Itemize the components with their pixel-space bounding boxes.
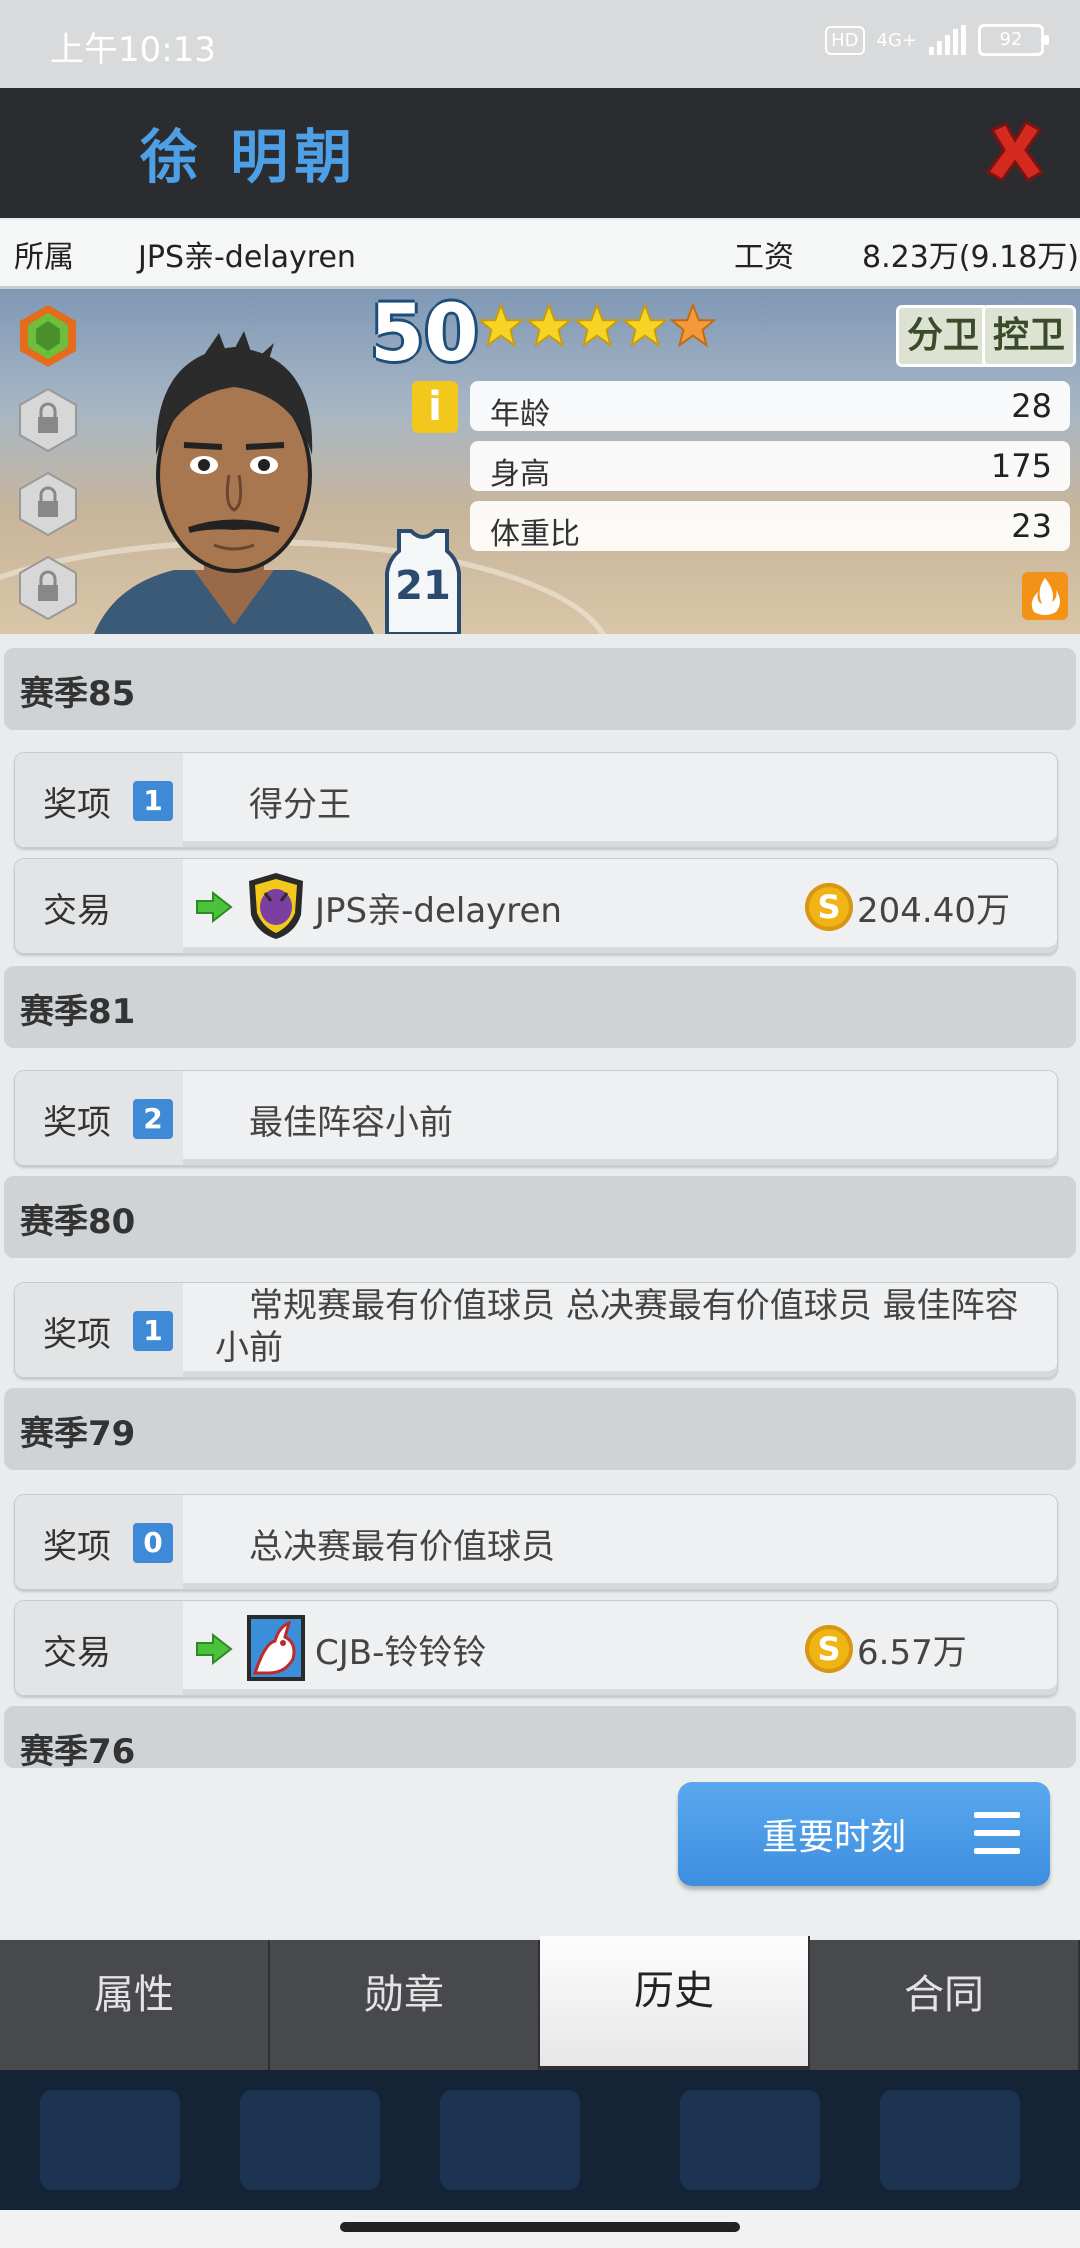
moments-label: 重要时刻 [762, 1817, 907, 1858]
award-text: 最佳阵容小前 [249, 1103, 453, 1143]
background-nav-item [40, 2090, 180, 2190]
history-row-trade[interactable]: 交易 JPS亲-delayren S 204.40万 [14, 858, 1058, 954]
important-moments-button[interactable]: 重要时刻 [678, 1782, 1050, 1886]
close-icon[interactable] [980, 116, 1050, 186]
history-row-award: 奖项 2 最佳阵容小前 [14, 1070, 1058, 1166]
award-text: 常规赛最有价值球员 总决赛最有价值球员 最佳阵容小前 [215, 1286, 1019, 1368]
tab-bar: 属性 勋章 历史 合同 [0, 1936, 1080, 2070]
history-row-trade[interactable]: 交易 CJB-铃铃铃 S 6.57万 [14, 1600, 1058, 1696]
stat-height: 身高 175 [470, 441, 1070, 492]
stat-label: 年龄 [490, 397, 550, 432]
tab-contract[interactable]: 合同 [810, 1940, 1080, 2070]
team-value: JPS亲-delayren [138, 240, 356, 275]
season-header: 赛季79 [4, 1388, 1076, 1470]
rating-stars [478, 303, 716, 349]
row-type: 奖项 [43, 1103, 111, 1143]
arrow-right-icon [196, 891, 233, 923]
season-title: 赛季79 [20, 1414, 136, 1454]
award-count: 0 [133, 1523, 173, 1563]
position-badge-sg[interactable]: 分卫 [896, 305, 991, 367]
coin-icon: S [805, 1625, 853, 1673]
stat-label: 体重比 [490, 517, 580, 552]
locked-badge-icon[interactable] [18, 555, 78, 621]
stat-value: 175 [990, 447, 1052, 485]
season-header: 赛季85 [4, 648, 1076, 730]
star-icon [622, 303, 668, 348]
award-count: 2 [133, 1099, 173, 1139]
background-nav-item [880, 2090, 1020, 2190]
background-nav-item [680, 2090, 820, 2190]
row-type: 奖项 [43, 1527, 111, 1567]
battery-icon: 92 [978, 24, 1049, 56]
player-header: 徐 明朝 [0, 88, 1080, 218]
season-title: 赛季85 [20, 674, 136, 714]
stat-value: 23 [1011, 507, 1052, 545]
salary-value: 8.23万(9.18万) [862, 240, 1080, 275]
background-nav-item [240, 2090, 380, 2190]
trade-amount: 6.57万 [857, 1633, 967, 1673]
jersey-icon: 21 [385, 529, 461, 634]
active-badge-icon[interactable] [18, 303, 78, 369]
player-name: 徐 明朝 [140, 123, 359, 191]
battery-level: 92 [999, 29, 1023, 50]
jersey-number: 21 [395, 563, 451, 609]
stat-value: 28 [1011, 387, 1052, 425]
star-icon [478, 303, 524, 348]
season-title: 赛季81 [20, 992, 136, 1032]
background-nav [0, 2070, 1080, 2210]
row-type: 奖项 [43, 1315, 111, 1355]
arrow-right-icon [196, 1633, 233, 1665]
stat-label: 身高 [490, 457, 550, 492]
season-header: 赛季81 [4, 966, 1076, 1048]
award-text: 总决赛最有价值球员 [249, 1527, 555, 1567]
tab-attributes[interactable]: 属性 [0, 1940, 270, 2070]
status-bar: 上午10:13 HD 4G+ 92 [0, 0, 1080, 88]
hd-icon: HD [825, 25, 865, 55]
stat-age: 年龄 28 [470, 381, 1070, 432]
salary-label: 工资 [734, 240, 794, 275]
status-time: 上午10:13 [50, 30, 216, 70]
team-logo-icon [249, 873, 303, 939]
player-info-strip: 所属 JPS亲-delayren 工资 8.23万(9.18万) [0, 220, 1080, 289]
star-icon [526, 303, 572, 348]
history-row-award: 奖项 1 常规赛最有价值球员 总决赛最有价值球员 最佳阵容小前 [14, 1282, 1058, 1378]
player-avatar [94, 331, 374, 634]
trade-team: CJB-铃铃铃 [315, 1633, 487, 1673]
tab-history[interactable]: 历史 [540, 1936, 810, 2066]
award-count: 1 [133, 781, 173, 821]
row-type: 交易 [43, 1633, 111, 1673]
season-title: 赛季76 [20, 1732, 136, 1768]
home-indicator[interactable] [0, 2210, 1080, 2248]
locked-badge-icon[interactable] [18, 471, 78, 537]
player-rating: 50 [370, 289, 479, 379]
history-row-award: 奖项 0 总决赛最有价值球员 [14, 1494, 1058, 1590]
menu-icon [974, 1812, 1020, 1856]
coin-icon: S [805, 883, 853, 931]
background-nav-item [440, 2090, 580, 2190]
info-icon[interactable]: i [412, 381, 458, 433]
season-title: 赛季80 [20, 1202, 136, 1242]
history-row-award: 奖项 1 得分王 [14, 752, 1058, 848]
locked-badge-icon[interactable] [18, 387, 78, 453]
fire-icon[interactable] [1022, 572, 1068, 620]
status-icons: HD 4G+ 92 [825, 24, 1049, 56]
award-count: 1 [133, 1311, 173, 1351]
trade-amount: 204.40万 [857, 891, 1010, 931]
row-type: 交易 [43, 891, 111, 931]
trade-team: JPS亲-delayren [315, 891, 562, 931]
signal-icon [929, 25, 966, 55]
star-icon [670, 303, 716, 348]
award-text: 得分王 [249, 785, 351, 825]
player-card: 50 分卫 控卫 i 年龄 28 身高 175 体重比 23 21 [0, 289, 1080, 634]
season-header: 赛季76 [4, 1706, 1076, 1768]
team-label: 所属 [14, 240, 74, 275]
network-label: 4G+ [876, 29, 917, 51]
team-logo-icon [247, 1615, 305, 1681]
season-header: 赛季80 [4, 1176, 1076, 1258]
tab-medals[interactable]: 勋章 [270, 1940, 540, 2070]
row-type: 奖项 [43, 785, 111, 825]
position-badge-pg[interactable]: 控卫 [982, 305, 1077, 367]
stat-weight-ratio: 体重比 23 [470, 501, 1070, 552]
star-icon [574, 303, 620, 348]
